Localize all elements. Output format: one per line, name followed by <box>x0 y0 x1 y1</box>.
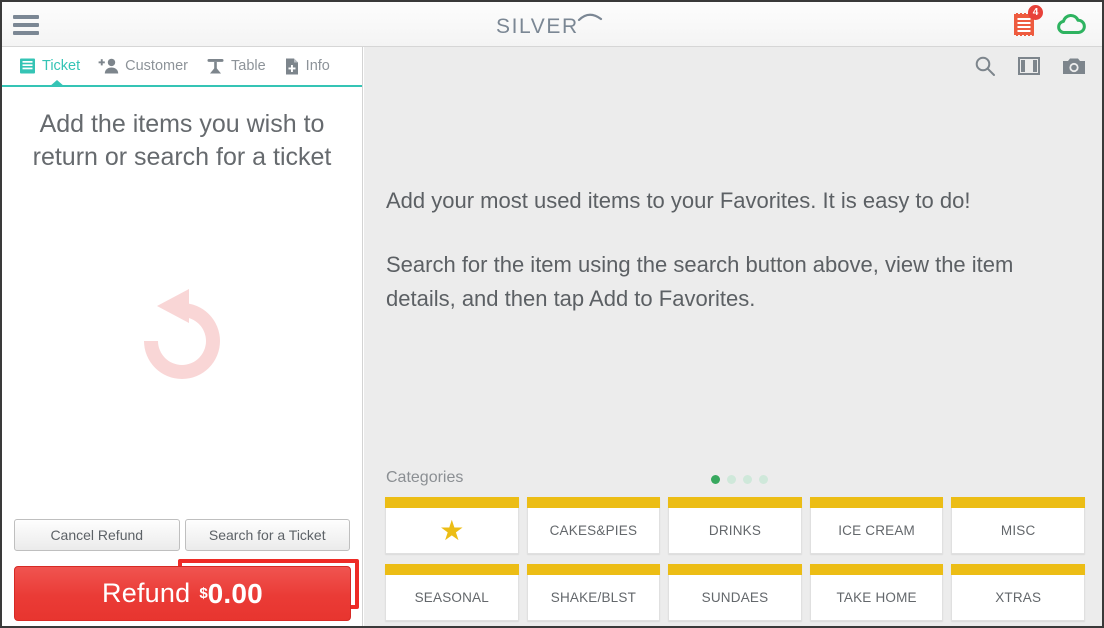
svg-text:SILVER: SILVER <box>496 15 579 38</box>
tab-table-label: Table <box>231 58 266 74</box>
camera-icon[interactable] <box>1062 56 1086 76</box>
category-tile-label: MISC <box>1000 523 1036 538</box>
category-tile-label: ICE CREAM <box>838 523 915 538</box>
table-icon <box>206 57 225 76</box>
category-tile[interactable]: CAKES&PIES <box>526 497 661 554</box>
receipt-icon[interactable]: 4 <box>1011 5 1043 39</box>
category-tile[interactable]: XTRAS <box>951 564 1085 621</box>
tab-info-label: Info <box>305 58 330 74</box>
refund-undo-arrow-icon <box>2 287 362 395</box>
search-for-ticket-button[interactable]: Search for a Ticket <box>184 519 350 551</box>
promo-paragraph-2: Search for the item using the search but… <box>386 252 1014 311</box>
tab-customer-label: Customer <box>125 58 188 74</box>
top-bar: SILVER SILVER <box>2 2 1102 47</box>
favorites-instructions: Add your most used items to your Favorit… <box>386 184 1076 316</box>
refund-button-label: Refund <box>102 578 191 608</box>
search-icon[interactable] <box>974 55 996 77</box>
category-tile[interactable]: ★ <box>385 497 519 554</box>
split-view-icon[interactable] <box>1018 56 1040 76</box>
ticket-icon <box>19 57 36 75</box>
cancel-refund-button[interactable]: Cancel Refund <box>14 519 180 551</box>
active-tab-indicator <box>49 80 65 87</box>
receipt-count-badge: 4 <box>1028 5 1043 20</box>
items-toolbar <box>974 55 1086 77</box>
document-plus-icon <box>284 57 300 76</box>
category-tile-label: SEASONAL <box>414 590 489 605</box>
category-tile[interactable]: SEASONAL <box>385 564 519 621</box>
category-tile[interactable]: TAKE HOME <box>809 564 944 621</box>
silver-logo-icon: SILVER <box>496 13 603 38</box>
left-panel-heading: Add the items you wish to return or sear… <box>32 110 332 171</box>
category-tile[interactable]: MISC <box>951 497 1085 554</box>
star-icon: ★ <box>439 514 465 546</box>
tab-customer[interactable]: Customer <box>89 47 197 85</box>
category-tile-grid: ★ CAKES&PIES DRINKS ICE CREAM MISC SEASONAL SH… <box>385 497 1085 621</box>
refund-total-button[interactable]: Refund $ 0.00 <box>14 566 351 621</box>
pager-dot-3[interactable] <box>758 475 768 484</box>
brand-logo: SILVER SILVER <box>2 11 1102 39</box>
left-panel-button-row: Cancel Refund Search for a Ticket <box>14 519 350 551</box>
tab-info[interactable]: Info <box>275 47 339 85</box>
left-ticket-panel: Ticket Customer Table Info Add the items… <box>2 47 363 626</box>
top-bar-icons: 4 <box>1011 5 1088 39</box>
pager-dot-1[interactable] <box>726 475 736 484</box>
category-tile[interactable]: SHAKE/BLST <box>526 564 661 621</box>
category-tile[interactable]: DRINKS <box>668 497 802 554</box>
refund-amount: 0.00 <box>207 577 263 609</box>
tab-ticket-label: Ticket <box>42 58 81 74</box>
category-tile-label: CAKES&PIES <box>549 523 638 538</box>
tab-table[interactable]: Table <box>197 47 275 85</box>
category-tile-label: TAKE HOME <box>836 590 917 605</box>
category-tile-label: SUNDAES <box>701 590 769 605</box>
app-window: SILVER SILVER <box>0 0 1104 628</box>
category-tile[interactable]: SUNDAES <box>668 564 802 621</box>
cloud-icon[interactable] <box>1054 12 1088 36</box>
category-tile-label: XTRAS <box>995 590 1042 605</box>
refund-currency-symbol: $ <box>199 585 208 602</box>
promo-paragraph-1: Add your most used items to your Favorit… <box>386 188 971 213</box>
pager-dot-0[interactable] <box>710 475 720 484</box>
categories-pager[interactable] <box>364 475 1102 484</box>
pager-dot-2[interactable] <box>742 475 752 484</box>
category-tile-label: SHAKE/BLST <box>550 590 637 605</box>
category-tile-label: DRINKS <box>708 523 762 538</box>
ticket-tabs: Ticket Customer Table Info <box>2 47 362 87</box>
right-items-panel: Add your most used items to your Favorit… <box>364 47 1102 626</box>
add-person-icon <box>98 57 119 75</box>
category-tile[interactable]: ICE CREAM <box>809 497 944 554</box>
